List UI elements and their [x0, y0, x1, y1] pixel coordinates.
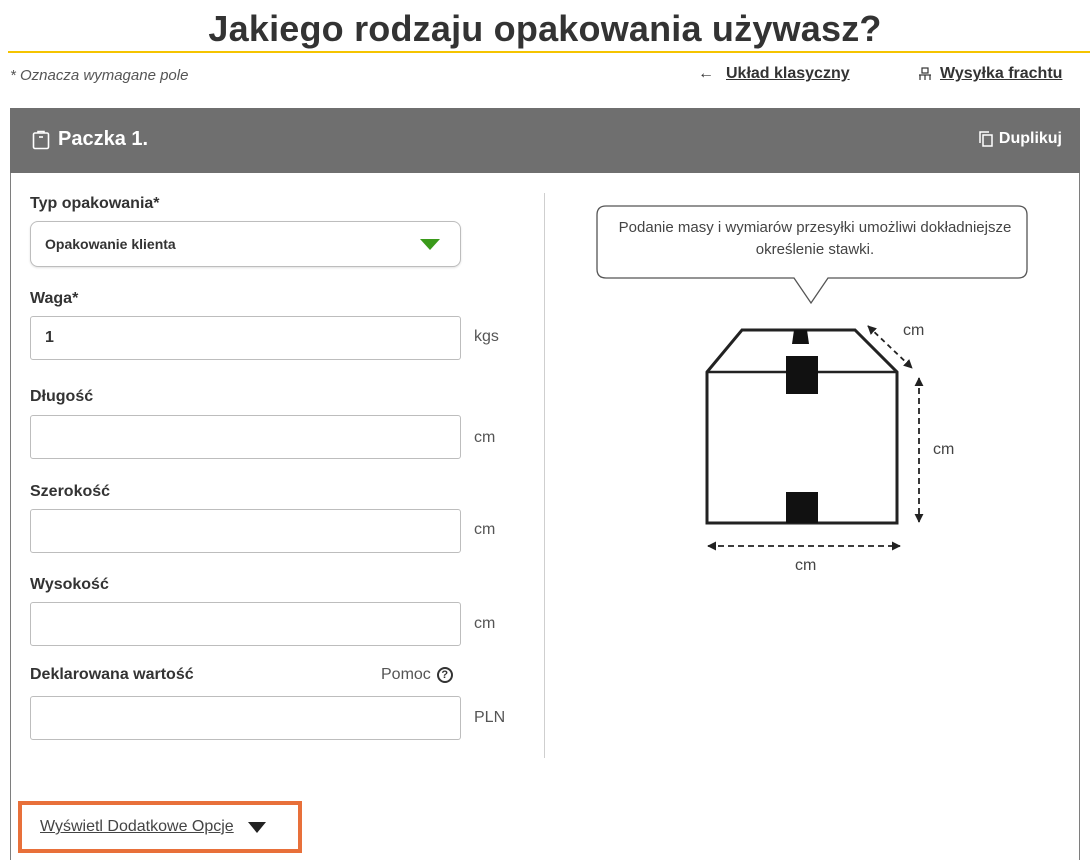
- package-icon: [32, 130, 50, 149]
- length-unit: cm: [474, 429, 496, 446]
- title-divider: [8, 51, 1090, 53]
- package-panel-header: Paczka 1. Duplikuj: [10, 108, 1080, 173]
- package-type-label: Typ opakowania*: [30, 195, 160, 212]
- height-label: Wysokość: [30, 576, 109, 593]
- package-type-select[interactable]: Opakowanie klienta: [30, 221, 461, 267]
- duplicate-button[interactable]: Duplikuj: [979, 130, 1062, 148]
- declared-value-label: Deklarowana wartość: [30, 666, 194, 683]
- declared-value-unit: PLN: [474, 709, 506, 726]
- width-unit-label: cm: [795, 557, 817, 574]
- weight-input[interactable]: [30, 316, 461, 360]
- help-label[interactable]: Pomoc: [381, 666, 431, 684]
- package-title: Paczka 1.: [32, 128, 148, 151]
- height-unit-label: cm: [933, 441, 955, 458]
- width-label: Szerokość: [30, 483, 111, 500]
- freight-shipping-label[interactable]: Wysyłka frachtu: [940, 65, 1062, 83]
- help-link[interactable]: Pomoc ?: [381, 666, 453, 684]
- width-unit: cm: [474, 521, 496, 538]
- required-field-note: * Oznacza wymagane pole: [10, 67, 189, 84]
- column-divider: [544, 193, 545, 758]
- length-input[interactable]: [30, 415, 461, 459]
- depth-unit-label: cm: [903, 322, 925, 339]
- weight-label: Waga*: [30, 290, 79, 307]
- classic-layout-label[interactable]: Układ klasyczny: [726, 65, 850, 83]
- freight-shipping-link[interactable]: Wysyłka frachtu: [918, 65, 1062, 83]
- chevron-down-icon: [420, 239, 440, 250]
- package-title-label: Paczka 1.: [58, 128, 149, 150]
- more-options-label[interactable]: Wyświetl Dodatkowe Opcje: [40, 818, 234, 836]
- more-options-toggle[interactable]: Wyświetl Dodatkowe Opcje: [18, 801, 302, 853]
- caret-down-icon: [247, 821, 266, 833]
- arrow-left-icon: ←: [698, 65, 714, 82]
- height-unit: cm: [474, 615, 496, 632]
- question-icon[interactable]: ?: [436, 667, 453, 683]
- classic-layout-link[interactable]: ← Układ klasyczny: [698, 65, 850, 83]
- weight-unit: kgs: [474, 328, 499, 345]
- package-type-value: Opakowanie klienta: [45, 236, 176, 252]
- copy-icon: [979, 131, 993, 147]
- page-title: Jakiego rodzaju opakowania używasz?: [208, 8, 882, 49]
- length-label: Długość: [30, 388, 94, 405]
- package-box-illustration: [705, 325, 924, 551]
- declared-value-input[interactable]: [30, 696, 461, 740]
- width-input[interactable]: [30, 509, 461, 553]
- duplicate-label[interactable]: Duplikuj: [999, 130, 1062, 148]
- tooltip-text: Podanie masy i wymiarów przesyłki umożli…: [618, 219, 1012, 258]
- height-input[interactable]: [30, 602, 461, 646]
- pallet-icon: [919, 67, 931, 80]
